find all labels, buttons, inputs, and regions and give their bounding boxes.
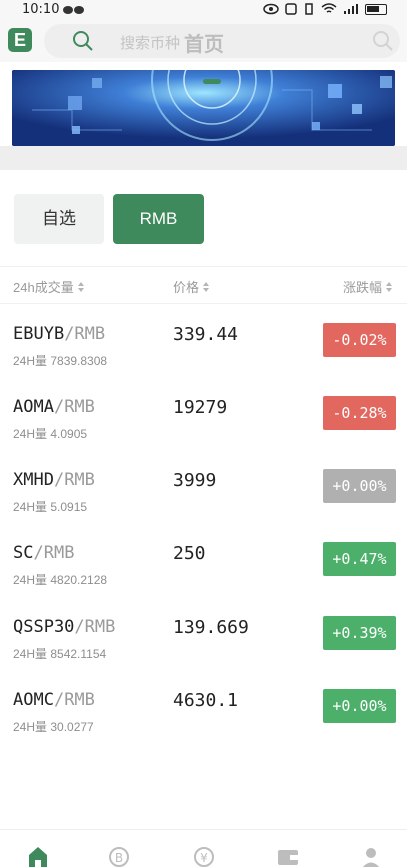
sort-arrows-icon xyxy=(203,281,210,293)
notification-icons xyxy=(62,4,86,16)
change-badge: +0.00% xyxy=(323,469,396,503)
price: 339.44 xyxy=(173,324,239,345)
volume-24h: 24H量 5.0915 xyxy=(13,500,88,514)
price: 3999 xyxy=(173,470,217,491)
market-row[interactable]: EBUYB/RMB 24H量 7839.8308 339.44 -0.02% xyxy=(0,323,407,397)
volume-24h: 24H量 30.0277 xyxy=(13,720,94,734)
pair-name: AOMC/RMB xyxy=(13,690,95,710)
app-logo[interactable]: E xyxy=(8,28,32,52)
price: 139.669 xyxy=(173,617,249,638)
search-icon[interactable] xyxy=(72,30,94,52)
search-placeholder: 搜索币种 xyxy=(120,35,181,52)
nfc-icon xyxy=(285,3,297,15)
column-change-label: 涨跌幅 xyxy=(342,280,382,295)
sort-price[interactable]: 价格 xyxy=(173,277,210,296)
pair-name: XMHD/RMB xyxy=(13,470,95,490)
chat-bubble-icon xyxy=(63,6,84,14)
status-time: 10:10 xyxy=(22,2,60,17)
pair-name: QSSP30/RMB xyxy=(13,617,116,637)
market-row[interactable]: QSSP30/RMB 24H量 8542.1154 139.669 +0.39% xyxy=(0,616,407,690)
sort-volume[interactable]: 24h成交量 xyxy=(13,277,85,296)
sort-arrows-icon xyxy=(386,281,393,293)
price: 4630.1 xyxy=(173,690,239,711)
status-bar: 10:10 xyxy=(0,0,407,22)
change-badge: -0.28% xyxy=(323,396,396,430)
market-row[interactable]: AOMA/RMB 24H量 4.0905 19279 -0.28% xyxy=(0,396,407,470)
pair-name: AOMA/RMB xyxy=(13,397,95,417)
market-table-header: 24h成交量 价格 涨跌幅 xyxy=(0,266,407,304)
search-bar[interactable]: 搜索币种 首页 xyxy=(44,24,400,58)
svg-text:¥: ¥ xyxy=(200,851,208,865)
system-icons xyxy=(263,3,387,15)
column-price-label: 价格 xyxy=(173,280,200,295)
section-divider xyxy=(0,146,407,170)
page-title: 首页 xyxy=(184,34,224,56)
user-icon[interactable] xyxy=(359,844,383,867)
change-badge: +0.00% xyxy=(323,689,396,723)
price: 19279 xyxy=(173,397,228,418)
yuan-exchange-icon[interactable]: ¥ xyxy=(192,844,216,867)
pair-name: EBUYB/RMB xyxy=(13,324,106,344)
wifi-icon xyxy=(321,3,337,13)
banner-graphic xyxy=(12,70,395,146)
change-badge: +0.39% xyxy=(323,616,396,650)
tab-favorites[interactable]: 自选 xyxy=(14,194,104,244)
promo-banner[interactable] xyxy=(12,70,395,146)
wallet-icon[interactable] xyxy=(276,844,300,867)
volume-24h: 24H量 8542.1154 xyxy=(13,647,107,661)
tab-rmb[interactable]: RMB xyxy=(113,194,204,244)
change-badge: +0.47% xyxy=(323,542,396,576)
search-icon-right[interactable] xyxy=(372,30,394,52)
svg-text:B: B xyxy=(115,851,123,865)
vibrate-icon xyxy=(305,3,313,15)
market-row[interactable]: SC/RMB 24H量 4820.2128 250 +0.47% xyxy=(0,542,407,616)
sort-arrows-icon xyxy=(77,281,85,293)
home-icon[interactable] xyxy=(26,844,50,867)
change-badge: -0.02% xyxy=(323,323,396,357)
bottom-nav: B ¥ xyxy=(0,829,407,867)
volume-24h: 24H量 7839.8308 xyxy=(13,354,108,368)
battery-icon xyxy=(365,3,387,15)
header: E 搜索币种 首页 xyxy=(0,22,407,62)
eye-icon xyxy=(263,3,279,15)
pair-name: SC/RMB xyxy=(13,543,75,563)
signal-icon xyxy=(344,4,358,14)
price: 250 xyxy=(173,543,206,564)
sort-change[interactable]: 涨跌幅 xyxy=(343,277,393,296)
volume-24h: 24H量 4.0905 xyxy=(13,427,88,441)
market-row[interactable]: XMHD/RMB 24H量 5.0915 3999 +0.00% xyxy=(0,469,407,543)
volume-24h: 24H量 4820.2128 xyxy=(13,573,108,587)
bitcoin-icon[interactable]: B xyxy=(107,844,131,867)
column-volume-label: 24h成交量 xyxy=(13,280,74,295)
market-row[interactable]: AOMC/RMB 24H量 30.0277 4630.1 +0.00% xyxy=(0,689,407,763)
